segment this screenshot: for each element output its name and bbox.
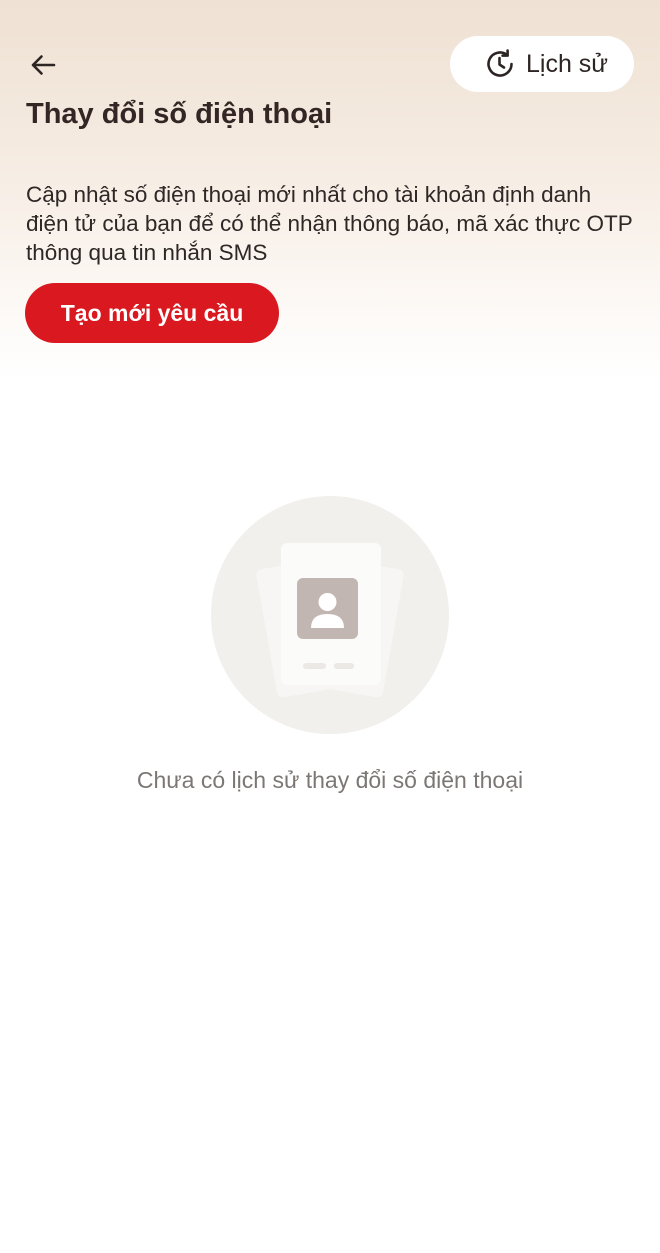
history-button[interactable]: Lịch sử bbox=[450, 36, 634, 92]
page-title: Thay đổi số điện thoại bbox=[26, 98, 333, 130]
empty-state-message: Chưa có lịch sử thay đổi số điện thoại bbox=[136, 767, 524, 793]
history-button-label: Lịch sử bbox=[526, 49, 609, 78]
back-button[interactable] bbox=[22, 44, 64, 86]
create-request-button[interactable]: Tạo mới yêu cầu bbox=[25, 283, 279, 343]
history-clock-icon bbox=[484, 48, 516, 80]
empty-state-illustration bbox=[211, 496, 449, 734]
id-card-illustration bbox=[256, 543, 404, 698]
arrow-left-icon bbox=[31, 55, 56, 75]
page-description: Cập nhật số điện thoại mới nhất cho tài … bbox=[26, 182, 633, 265]
